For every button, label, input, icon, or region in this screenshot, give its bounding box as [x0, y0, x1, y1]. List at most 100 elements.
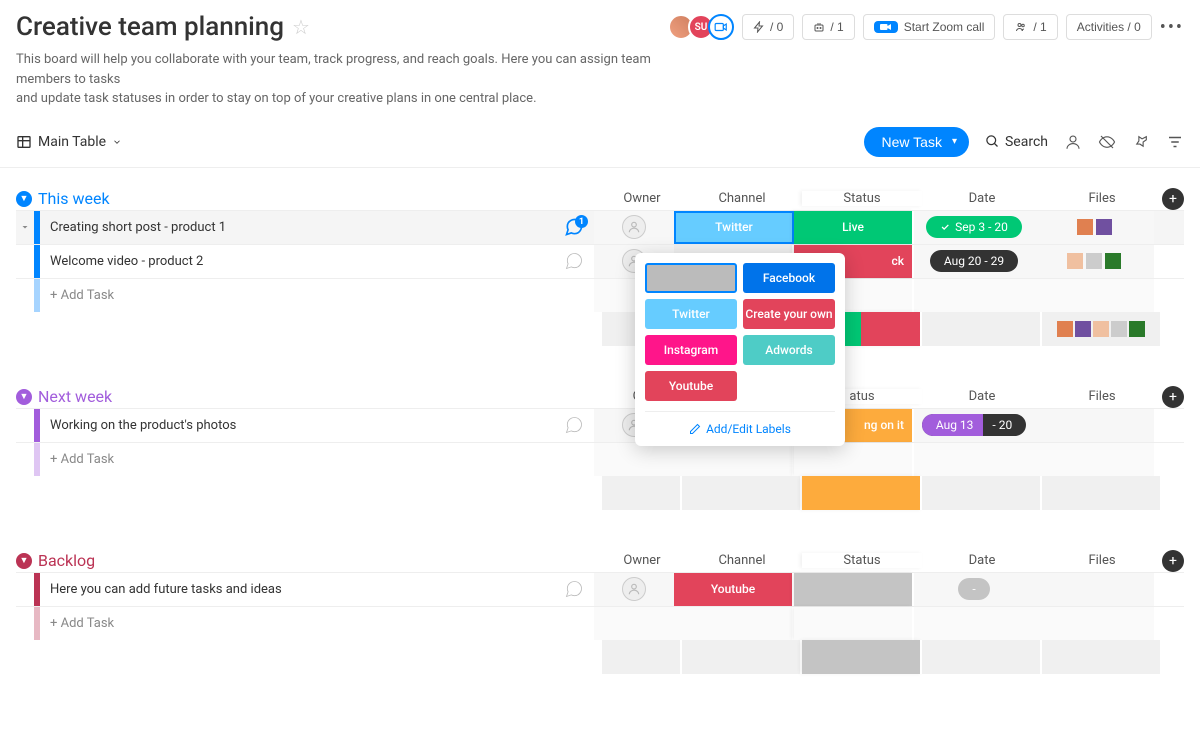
integrations-count: / 1	[830, 20, 843, 34]
channel-option[interactable]: Facebook	[743, 263, 835, 293]
add-edit-labels-button[interactable]: Add/Edit Labels	[645, 411, 835, 436]
task-name[interactable]: Creating short post - product 1	[40, 211, 554, 244]
channel-option[interactable]: Adwords	[743, 335, 835, 365]
file-thumb[interactable]	[1086, 253, 1102, 269]
date-cell[interactable]: Aug 13 - 20	[914, 409, 1034, 442]
group-collapse-toggle[interactable]: ▼	[16, 553, 32, 569]
file-thumb[interactable]	[1057, 321, 1073, 337]
task-row[interactable]: Working on the product's photos ng on it…	[16, 408, 1184, 442]
group-collapse-toggle[interactable]: ▼	[16, 191, 32, 207]
task-row[interactable]: Here you can add future tasks and ideas …	[16, 572, 1184, 606]
pencil-icon	[689, 423, 701, 435]
add-column-button[interactable]: +	[1162, 550, 1184, 572]
automations-button[interactable]: / 0	[742, 14, 794, 40]
task-name[interactable]: Working on the product's photos	[40, 409, 554, 442]
group-title[interactable]: This week	[38, 189, 110, 208]
file-thumb[interactable]	[1075, 321, 1091, 337]
person-icon[interactable]	[1064, 133, 1082, 151]
group-title[interactable]: Next week	[38, 387, 112, 406]
table-icon	[16, 134, 32, 150]
chat-icon[interactable]	[564, 415, 584, 435]
channel-dropdown[interactable]: FacebookTwitterCreate your ownInstagramA…	[635, 253, 845, 446]
col-header-date[interactable]: Date	[922, 389, 1042, 404]
add-task-button[interactable]: + Add Task	[40, 607, 554, 640]
files-cell[interactable]	[1034, 409, 1154, 442]
board-description: This board will help you collaborate wit…	[16, 50, 696, 109]
col-header-status[interactable]: Status	[802, 553, 922, 568]
zoom-label: Start Zoom call	[904, 20, 985, 34]
col-header-date[interactable]: Date	[922, 191, 1042, 206]
member-avatars[interactable]: SU	[674, 14, 734, 40]
date-cell[interactable]: Aug 20 - 29	[914, 245, 1034, 278]
integrations-button[interactable]: / 1	[802, 14, 854, 40]
new-task-button[interactable]: New Task ▾	[864, 127, 969, 157]
automations-count: / 0	[770, 20, 783, 34]
add-column-button[interactable]: +	[1162, 188, 1184, 210]
status-cell[interactable]	[794, 573, 914, 606]
activities-button[interactable]: Activities / 0	[1066, 14, 1152, 40]
chevron-down-icon	[112, 137, 122, 147]
date-cell[interactable]: -	[914, 573, 1034, 606]
owner-avatar[interactable]	[622, 577, 646, 601]
file-thumb[interactable]	[1096, 219, 1112, 235]
chevron-down-icon: ▾	[952, 136, 957, 147]
task-name[interactable]: Here you can add future tasks and ideas	[40, 573, 554, 606]
task-row[interactable]: Welcome video - product 2 ck Aug 20 - 29	[16, 244, 1184, 278]
add-member-icon[interactable]	[708, 14, 734, 40]
files-cell[interactable]	[1034, 245, 1154, 278]
channel-option[interactable]: Youtube	[645, 371, 737, 401]
page-title: Creative team planning	[16, 12, 284, 42]
files-cell[interactable]	[1034, 573, 1154, 606]
col-header-status[interactable]: Status	[802, 191, 922, 206]
date-cell[interactable]: Sep 3 - 20	[914, 211, 1034, 244]
file-thumb[interactable]	[1077, 219, 1093, 235]
add-column-button[interactable]: +	[1162, 386, 1184, 408]
channel-cell[interactable]: Twitter	[674, 211, 794, 244]
chat-icon[interactable]	[564, 579, 584, 599]
add-task-button[interactable]: + Add Task	[40, 443, 554, 476]
star-icon[interactable]: ☆	[292, 15, 310, 39]
group-collapse-toggle[interactable]: ▼	[16, 389, 32, 405]
zoom-call-button[interactable]: Start Zoom call	[863, 14, 996, 40]
files-cell[interactable]	[1034, 211, 1154, 244]
group-color-bar	[34, 607, 40, 640]
more-menu-icon[interactable]: •••	[1160, 17, 1184, 38]
col-header-files[interactable]: Files	[1042, 191, 1162, 206]
file-thumb[interactable]	[1093, 321, 1109, 337]
channel-option[interactable]: Instagram	[645, 335, 737, 365]
task-row[interactable]: Creating short post - product 1 1 Twitte…	[16, 210, 1184, 244]
file-thumb[interactable]	[1105, 253, 1121, 269]
zoom-icon	[874, 21, 898, 33]
expand-indicator-icon[interactable]	[19, 221, 31, 233]
view-selector[interactable]: Main Table	[16, 134, 122, 150]
chat-icon[interactable]	[564, 251, 584, 271]
search-button[interactable]: Search	[985, 134, 1048, 150]
search-label: Search	[1005, 134, 1048, 150]
filter-icon[interactable]	[1166, 133, 1184, 151]
col-header-files[interactable]: Files	[1042, 389, 1162, 404]
view-label: Main Table	[38, 134, 106, 150]
group-title[interactable]: Backlog	[38, 551, 95, 570]
owner-avatar[interactable]	[622, 215, 646, 239]
status-cell[interactable]: Live	[794, 211, 914, 244]
col-header-date[interactable]: Date	[922, 553, 1042, 568]
col-header-files[interactable]: Files	[1042, 553, 1162, 568]
channel-option[interactable]	[645, 263, 737, 293]
pin-icon[interactable]	[1132, 133, 1150, 151]
col-header-owner[interactable]: Owner	[602, 191, 682, 206]
add-task-button[interactable]: + Add Task	[40, 279, 554, 312]
channel-option[interactable]: Create your own	[743, 299, 835, 329]
channel-option[interactable]: Twitter	[645, 299, 737, 329]
people-button[interactable]: / 1	[1003, 14, 1057, 40]
col-header-owner[interactable]: Owner	[602, 553, 682, 568]
col-header-channel[interactable]: Channel	[682, 553, 802, 568]
chat-icon-active[interactable]: 1	[564, 217, 584, 237]
file-thumb[interactable]	[1067, 253, 1083, 269]
hide-icon[interactable]	[1098, 133, 1116, 151]
file-thumb[interactable]	[1129, 321, 1145, 337]
file-thumb[interactable]	[1111, 321, 1127, 337]
task-name[interactable]: Welcome video - product 2	[40, 245, 554, 278]
channel-cell[interactable]: Youtube	[674, 573, 794, 606]
col-header-channel[interactable]: Channel	[682, 191, 802, 206]
group-color-bar	[34, 279, 40, 312]
